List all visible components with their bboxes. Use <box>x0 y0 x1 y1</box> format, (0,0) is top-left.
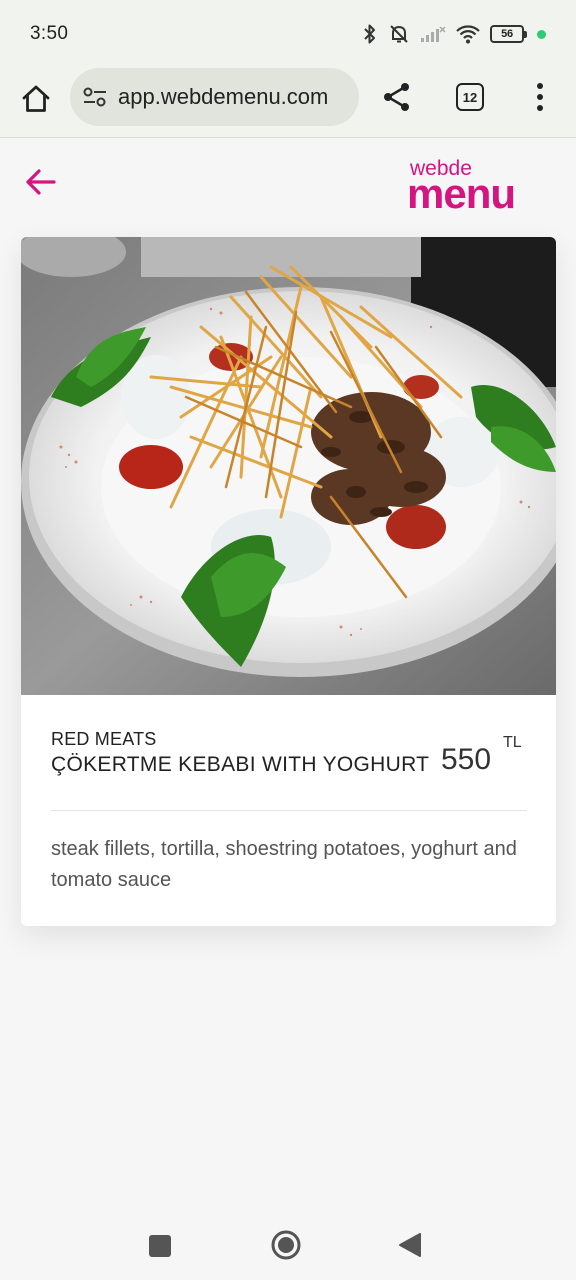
webdemenu-logo[interactable]: webde menu <box>406 157 558 211</box>
home-icon[interactable] <box>20 83 52 115</box>
privacy-indicator-dot <box>537 29 546 39</box>
dish-description: steak fillets, tortilla, shoestring pota… <box>51 838 517 891</box>
back-button[interactable] <box>398 1232 422 1258</box>
status-time: 3:50 <box>30 23 69 44</box>
browser-toolbar: app.webdemenu.com 12 <box>0 68 576 138</box>
bell-muted-icon <box>390 25 408 43</box>
battery-level: 56 <box>490 25 524 43</box>
url-text: app.webdemenu.com <box>118 84 329 109</box>
dish-category: RED MEATS <box>51 729 157 749</box>
dish-card: RED MEATS ÇÖKERTME KEBABI WITH YOGHURT 5… <box>21 237 556 926</box>
app-header: webde menu <box>0 139 576 229</box>
divider <box>51 810 527 811</box>
price-currency: TL <box>503 734 522 751</box>
battery-icon: 56 <box>490 25 527 43</box>
dish-price: 550 <box>441 743 492 776</box>
site-settings-icon[interactable] <box>82 84 108 110</box>
status-bar: 3:50 56 <box>0 0 576 68</box>
back-arrow-icon[interactable] <box>24 165 58 199</box>
system-navigation-bar <box>0 1210 576 1280</box>
share-icon[interactable] <box>381 81 413 113</box>
home-button[interactable] <box>270 1229 302 1261</box>
more-options-icon[interactable] <box>530 81 550 113</box>
recent-apps-button[interactable] <box>149 1235 171 1257</box>
logo-large-text: menu <box>407 170 515 211</box>
status-icons: 56 <box>362 23 546 45</box>
address-bar[interactable]: app.webdemenu.com <box>70 68 359 126</box>
tab-switcher-button[interactable]: 12 <box>456 83 484 111</box>
wifi-icon <box>456 25 480 44</box>
signal-icon <box>421 26 446 42</box>
dish-name: ÇÖKERTME KEBABI WITH YOGHURT <box>51 753 430 776</box>
bluetooth-icon <box>364 24 375 44</box>
dish-photo <box>21 237 556 695</box>
